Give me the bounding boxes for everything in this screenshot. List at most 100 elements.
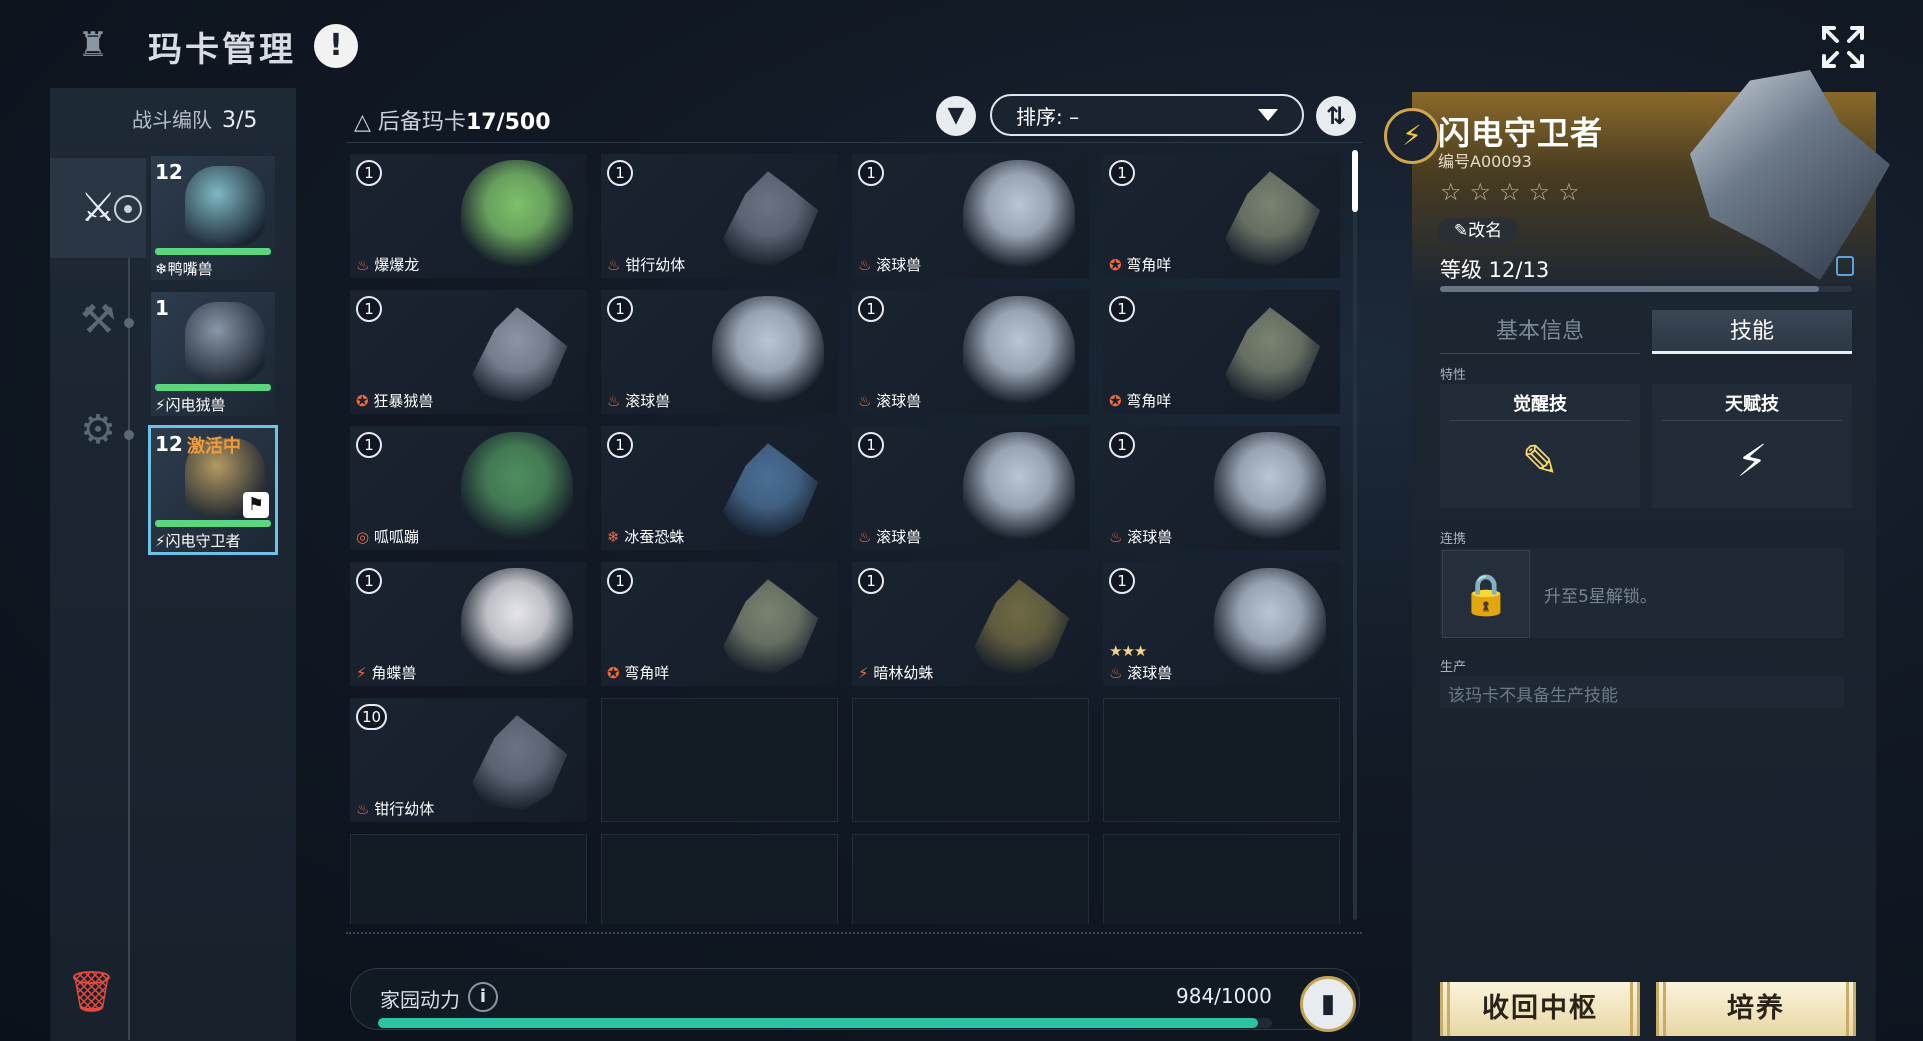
creature-card[interactable]: 1 ♨ 爆爆龙 [350, 154, 587, 278]
team-card[interactable]: 12 ❄鸭嘴兽 [151, 156, 275, 280]
level-badge: 1 [1109, 432, 1135, 458]
creature-card[interactable]: 1 ✪ 弯角咩 [601, 562, 838, 686]
element-icon: ◎ [356, 528, 370, 546]
creature-name: 滚球兽 [625, 392, 671, 410]
creature-name: 角蝶兽 [371, 664, 417, 682]
home-power-value: 984/1000 [1176, 984, 1272, 1008]
team-card-name: ⚡闪电狨兽 [155, 394, 226, 415]
creature-card[interactable]: 1 ❄ 冰蚕恐蛛 [601, 426, 838, 550]
empty-slot [350, 834, 587, 924]
element-icon: ✪ [356, 392, 369, 410]
level-badge: 1 [356, 432, 382, 458]
trash-icon[interactable]: 🗑 [66, 970, 117, 1014]
creature-card[interactable]: 1 ♨ 滚球兽 [852, 426, 1089, 550]
team-card-name: ❄鸭嘴兽 [155, 258, 213, 279]
flag-icon: ⚑ [243, 492, 269, 518]
creature-card[interactable]: 1 ♨ 滚球兽 [852, 154, 1089, 278]
empty-slot [601, 698, 838, 822]
level-badge: 1 [607, 296, 633, 322]
creature-art [1225, 307, 1321, 403]
creature-card[interactable]: 1 ★★★ ♨ 滚球兽 [1103, 562, 1340, 686]
filter-icon: ▼ [947, 103, 965, 128]
team-card[interactable]: 1 ⚡闪电狨兽 [151, 292, 275, 416]
creature-name: 滚球兽 [1127, 528, 1173, 546]
element-icon: ♨ [1109, 528, 1123, 546]
creature-card[interactable]: 1 ◎ 呱呱蹦 [350, 426, 587, 550]
rename-button[interactable]: ✎改名 [1438, 218, 1518, 244]
recall-button[interactable]: 收回中枢 [1440, 982, 1640, 1036]
sort-order-button[interactable]: ⇅ [1316, 96, 1356, 136]
creature-art [185, 166, 265, 246]
chevron-down-icon [1258, 109, 1278, 121]
creature-name: 狂暴狨兽 [373, 392, 434, 410]
awaken-skill[interactable]: 觉醒技 ✎ [1440, 384, 1640, 508]
creature-card[interactable]: 1 ♨ 滚球兽 [852, 290, 1089, 414]
creature-name: 闪电狨兽 [165, 396, 226, 414]
tab-skills[interactable]: 技能 [1652, 310, 1852, 354]
status-badge: 激活中 [187, 436, 241, 457]
hammer-icon: ⚒ [80, 297, 116, 343]
team-card[interactable]: 12 激活中 ⚡闪电守卫者 ⚑ [148, 425, 278, 555]
creature-card[interactable]: 1 ⚡ 角蝶兽 [350, 562, 587, 686]
tool-icon: ⚙ [80, 407, 116, 453]
divider [346, 142, 1362, 143]
scrollbar-thumb[interactable] [1352, 150, 1358, 212]
element-icon: ♨ [607, 256, 621, 274]
creature-card[interactable]: 1 ♨ 滚球兽 [601, 290, 838, 414]
creature-card[interactable]: 1 ✪ 弯角咩 [1103, 154, 1340, 278]
battery-button[interactable]: ▮ [1300, 976, 1356, 1032]
scrollbar-track[interactable] [1353, 150, 1357, 920]
creature-art [185, 302, 265, 382]
level-badge: 1 [356, 568, 382, 594]
level-badge: 1 [1109, 568, 1135, 594]
card-name: ◎ 呱呱蹦 [356, 526, 419, 547]
card-name: ✪ 弯角咩 [607, 662, 669, 683]
element-icon: ♨ [858, 256, 872, 274]
empty-slot [601, 834, 838, 924]
creature-art [461, 568, 573, 680]
tab-basic-info[interactable]: 基本信息 [1440, 310, 1640, 354]
alert-icon[interactable]: ! [314, 24, 358, 68]
lightning-sparkle-icon: ⚡ [1736, 436, 1768, 487]
star-rating: ☆☆☆☆☆ [1440, 178, 1588, 206]
sort-label: 排序: – [1016, 104, 1080, 129]
creature-card[interactable]: 1 ⚡ 暗林幼蛛 [852, 562, 1089, 686]
creature-art [461, 432, 573, 544]
element-icon: ⚡ [155, 396, 166, 414]
sort-select[interactable]: 排序: – [990, 94, 1304, 136]
reserve-label: 后备玛卡 [377, 110, 466, 135]
swap-vertical-icon: ⇅ [1325, 102, 1347, 130]
talent-skill[interactable]: 天赋技 ⚡ [1652, 384, 1852, 508]
creature-art [963, 296, 1075, 408]
creature-art [723, 579, 819, 675]
card-grid: 1 ♨ 爆爆龙 1 ♨ 钳行幼体 1 ♨ 滚球兽 1 ✪ 弯角咩 1 ✪ 狂暴狨兽 1 ♨ 滚球兽 1 ♨… [350, 154, 1345, 924]
creature-name: 滚球兽 [1127, 664, 1173, 682]
close-icon[interactable] [1818, 22, 1868, 72]
creature-name: 闪电守卫者 [165, 532, 241, 550]
element-icon: ⚡ [155, 532, 166, 550]
star-rating: ★★★ [1109, 642, 1147, 660]
card-name: ⚡ 角蝶兽 [356, 662, 416, 683]
empty-slot [1103, 698, 1340, 822]
creature-card[interactable]: 1 ♨ 滚球兽 [1103, 426, 1340, 550]
lock-icon: 🔒 [1442, 550, 1530, 638]
creature-card[interactable]: 1 ✪ 狂暴狨兽 [350, 290, 587, 414]
filter-button[interactable]: ▼ [936, 96, 976, 136]
creature-art [1214, 432, 1326, 544]
creature-card[interactable]: 10 ♨ 钳行幼体 [350, 698, 587, 822]
creature-card[interactable]: 1 ♨ 钳行幼体 [601, 154, 838, 278]
element-icon: ❄ [607, 528, 620, 546]
divider [1662, 420, 1842, 421]
talent-skill-title: 天赋技 [1725, 394, 1779, 415]
lock-icon[interactable] [1836, 256, 1854, 276]
target-icon[interactable] [114, 195, 142, 223]
card-name: ♨ 滚球兽 [858, 526, 921, 547]
level-badge: 1 [858, 568, 884, 594]
info-icon[interactable]: i [468, 982, 498, 1012]
train-button[interactable]: 培养 [1656, 982, 1856, 1036]
creature-card[interactable]: 1 ✪ 弯角咩 [1103, 290, 1340, 414]
level-badge: 12 [155, 432, 183, 456]
creature-art [472, 715, 568, 811]
element-icon: ♨ [858, 392, 872, 410]
card-name: ✪ 弯角咩 [1109, 254, 1171, 275]
